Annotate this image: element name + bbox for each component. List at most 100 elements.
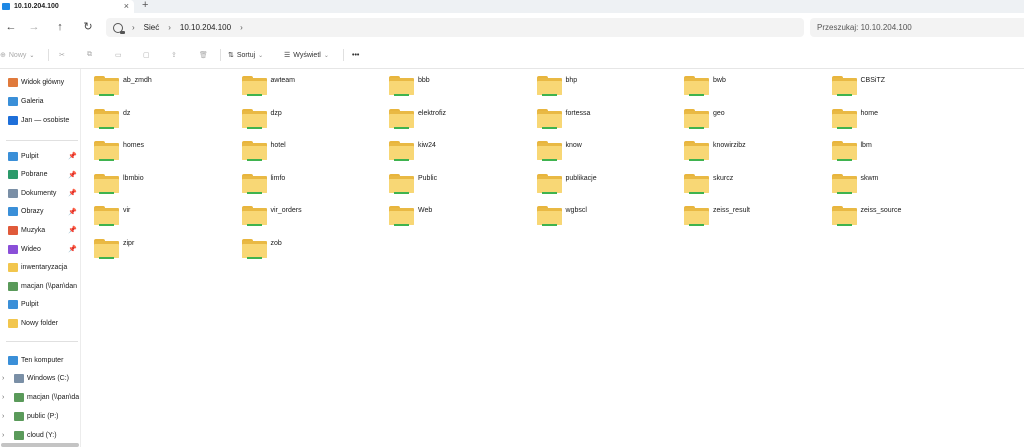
sidebar-item[interactable]: Pobrane 📌 — [0, 166, 81, 184]
sidebar-scrollbar[interactable] — [1, 443, 79, 447]
back-button[interactable]: ← — [3, 19, 19, 35]
folder-item[interactable]: vir — [81, 199, 221, 227]
shared-folder-icon — [94, 206, 119, 227]
shared-folder-icon — [831, 108, 857, 130]
sidebar-item[interactable]: Obrazy 📌 — [0, 203, 81, 221]
navigation-pane: Widok główny Galeria Jan — osobiste Pulpit 📌… — [0, 69, 81, 447]
folder-item[interactable]: lbmbio — [81, 167, 221, 195]
sidebar-item[interactable]: Galeria — [0, 92, 81, 110]
breadcrumb-expand[interactable]: › — [240, 23, 243, 32]
breadcrumb-separator[interactable]: › — [132, 23, 135, 32]
folder-item[interactable]: bwb — [671, 69, 811, 97]
folder-item[interactable]: zipr — [81, 232, 221, 260]
folder-item[interactable]: publikacje — [524, 167, 664, 195]
sidebar-item[interactable]: › cloud (Y:) — [0, 426, 81, 444]
delete-button[interactable]: 🗑 — [199, 48, 208, 62]
share-button[interactable]: ⇪ — [171, 48, 177, 62]
folder-item[interactable]: CBSiTZ — [819, 69, 959, 97]
folder-item[interactable]: Public — [376, 167, 516, 195]
folder-item[interactable]: elektrofiz — [376, 102, 516, 130]
folder-label: fortessa — [565, 109, 591, 117]
folder-label: Public — [418, 174, 438, 182]
copy-icon: ⧉ — [87, 51, 92, 58]
sidebar-item[interactable]: inwentaryzacja — [0, 259, 81, 277]
folder-item[interactable]: fortessa — [524, 102, 664, 130]
folder-label: skwm — [860, 174, 879, 182]
sidebar-item[interactable]: Dokumenty 📌 — [0, 184, 81, 202]
folder-item[interactable]: dz — [81, 102, 221, 130]
new-tab-button[interactable]: + — [142, 0, 148, 11]
sidebar-item[interactable]: Ten komputer — [0, 351, 81, 369]
folder-item[interactable]: awteam — [229, 69, 369, 97]
sidebar-item[interactable]: Muzyka 📌 — [0, 221, 81, 239]
forward-button[interactable]: → — [26, 19, 42, 35]
shared-folder-icon — [94, 76, 119, 97]
pin-icon: 📌 — [68, 208, 77, 216]
cut-button[interactable]: ✂ — [59, 48, 65, 62]
sidebar-item[interactable]: Widok główny — [0, 73, 81, 91]
folder-item[interactable]: geo — [671, 102, 811, 130]
sidebar-item[interactable]: › Windows (C:) — [0, 369, 81, 387]
up-button[interactable]: ↑ — [52, 19, 68, 35]
sort-button[interactable]: ⇅ Sortuj ⌄ — [228, 48, 263, 62]
folder-item[interactable]: wgbscl — [524, 199, 664, 227]
refresh-button[interactable]: ↻ — [80, 19, 96, 35]
tab-active[interactable]: 10.10.204.100 × — [0, 0, 134, 13]
breadcrumb-host[interactable]: 10.10.204.100 — [180, 23, 231, 32]
chevron-right-icon[interactable]: › — [2, 375, 4, 382]
pin-icon: 📌 — [68, 153, 77, 160]
folder-item[interactable]: skwm — [819, 167, 959, 195]
chevron-right-icon[interactable]: › — [2, 413, 4, 420]
folder-item[interactable]: knowirzibz — [671, 134, 811, 162]
folder-item[interactable]: lbm — [819, 134, 959, 162]
folder-item[interactable]: vir_orders — [229, 199, 369, 227]
folder-item[interactable]: zeiss_source — [819, 199, 959, 227]
folder-item[interactable]: ab_zmdh — [81, 69, 221, 97]
share-icon: ⇪ — [171, 52, 177, 59]
rename-button[interactable]: ▢ — [143, 48, 150, 62]
folder-item[interactable]: hotel — [229, 134, 369, 162]
new-button[interactable]: ⊕ Nowy ⌄ — [0, 48, 34, 62]
folder-label: lbm — [860, 142, 872, 149]
folder-item[interactable]: zeiss_result — [671, 199, 811, 227]
folder-item[interactable]: dzp — [229, 102, 369, 130]
folder-item[interactable]: know — [524, 134, 664, 162]
sidebar-item[interactable]: Wideo 📌 — [0, 240, 81, 258]
breadcrumb-network[interactable]: Sieć — [144, 23, 160, 32]
address-bar[interactable]: › Sieć › 10.10.204.100 › — [106, 18, 804, 37]
sidebar-item[interactable]: Pulpit 📌 — [0, 147, 81, 165]
sidebar-item[interactable]: Jan — osobiste — [0, 111, 81, 129]
folder-icon — [8, 318, 18, 328]
sidebar-item-label: Galeria — [21, 97, 44, 105]
search-input[interactable]: Przeszukaj: 10.10.204.100 — [810, 18, 1024, 37]
breadcrumb-separator[interactable]: › — [168, 23, 171, 32]
toolbar-divider — [48, 49, 49, 61]
close-tab-icon[interactable]: × — [124, 1, 129, 11]
sidebar-item-label: Nowy folder — [21, 319, 58, 327]
more-options-button[interactable]: ••• — [352, 48, 359, 62]
folder-item[interactable]: homes — [81, 134, 221, 162]
sidebar-item[interactable]: macjan (\\pan\dan — [0, 277, 81, 295]
folder-item[interactable]: zob — [229, 232, 369, 260]
chevron-right-icon[interactable]: › — [2, 432, 4, 439]
sidebar-item[interactable]: Pulpit — [0, 296, 81, 314]
folder-item[interactable]: bhp — [524, 69, 664, 97]
sidebar-divider — [6, 140, 78, 141]
folder-item[interactable]: kiw24 — [376, 134, 516, 162]
sidebar-item[interactable]: › public (P:) — [0, 407, 81, 425]
chevron-right-icon[interactable]: › — [2, 394, 4, 401]
view-button[interactable]: ☰ Wyświetl ⌄ — [284, 48, 329, 62]
folder-item[interactable]: bbb — [376, 69, 516, 97]
copy-button[interactable]: ⧉ — [87, 48, 92, 62]
sidebar-item[interactable]: › macjan (\\pan\da — [0, 388, 81, 406]
view-icon: ☰ — [284, 52, 291, 59]
folder-item[interactable]: skurcz — [671, 167, 811, 195]
folder-item[interactable]: Web — [376, 199, 516, 227]
sidebar-item[interactable]: Nowy folder — [0, 314, 81, 332]
video-icon — [8, 244, 18, 254]
sidebar-item-label: Pulpit — [21, 152, 39, 160]
folder-item[interactable]: limfo — [229, 167, 369, 195]
paste-button[interactable]: ▭ — [115, 48, 122, 62]
folder-item[interactable]: home — [819, 102, 959, 130]
folder-tab-icon — [2, 3, 10, 10]
